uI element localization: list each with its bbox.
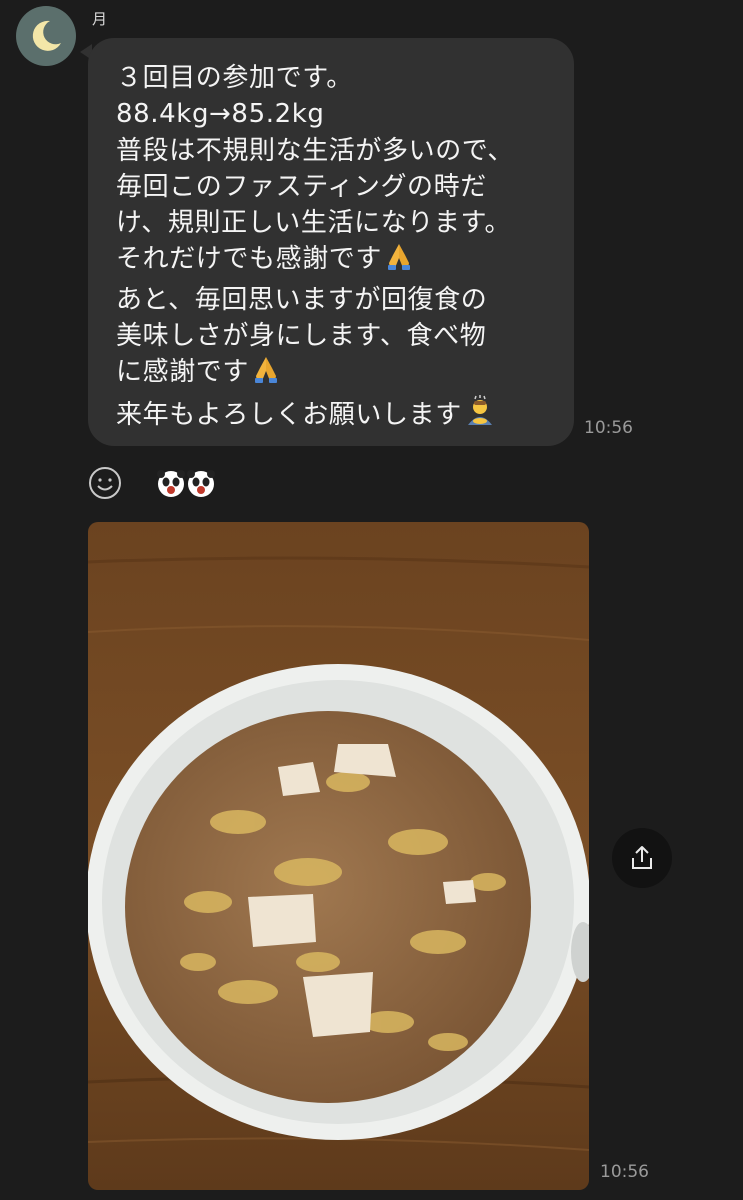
sender-name: 月 [92, 10, 108, 28]
message-bubble[interactable]: ３回目の参加です。 88.4kg→85.2kg 普段は不規則な生活が多いので、 … [88, 38, 574, 446]
add-reaction-button[interactable] [88, 466, 122, 500]
message-line: け、規則正しい生活になります。 [116, 208, 512, 239]
message-line: ３回目の参加です。 [116, 63, 353, 93]
message-line-text: 来年もよろしくお願いします [116, 399, 462, 430]
panda-face-icon [157, 470, 185, 497]
bowing-person-icon [464, 394, 496, 437]
message-line: 88.4kg→85.2kg [116, 99, 325, 130]
crescent-moon-icon [32, 20, 61, 51]
message-line-text: に感謝です [116, 357, 250, 388]
folded-hands-icon [384, 241, 414, 281]
message-line: 毎回このファスティングの時だ [116, 171, 487, 202]
message-line-text: それだけでも感謝です [116, 244, 383, 275]
share-button[interactable] [612, 828, 672, 888]
message-line: 普段は不規則な生活が多いので、 [116, 135, 514, 166]
photo-timestamp: 10:56 [600, 1162, 649, 1182]
photo-message[interactable] [88, 522, 589, 1190]
avatar[interactable] [16, 6, 76, 66]
message-line-with-emoji: それだけでも感謝です [116, 241, 558, 281]
message-line: 美味しさが身にします、食べ物 [116, 321, 487, 352]
message-line-with-emoji: 来年もよろしくお願いします [116, 394, 558, 437]
share-icon [632, 846, 652, 869]
panda-face-icon [187, 470, 215, 497]
folded-hands-icon [251, 354, 281, 394]
soup-bowl-photo [88, 522, 589, 1190]
smiley-icon [89, 467, 121, 499]
reaction-list[interactable] [156, 468, 216, 498]
message-timestamp: 10:56 [584, 418, 633, 438]
message-line-with-emoji: に感謝です [116, 354, 558, 394]
message-line: あと、毎回思いますが回復食の [116, 284, 488, 315]
